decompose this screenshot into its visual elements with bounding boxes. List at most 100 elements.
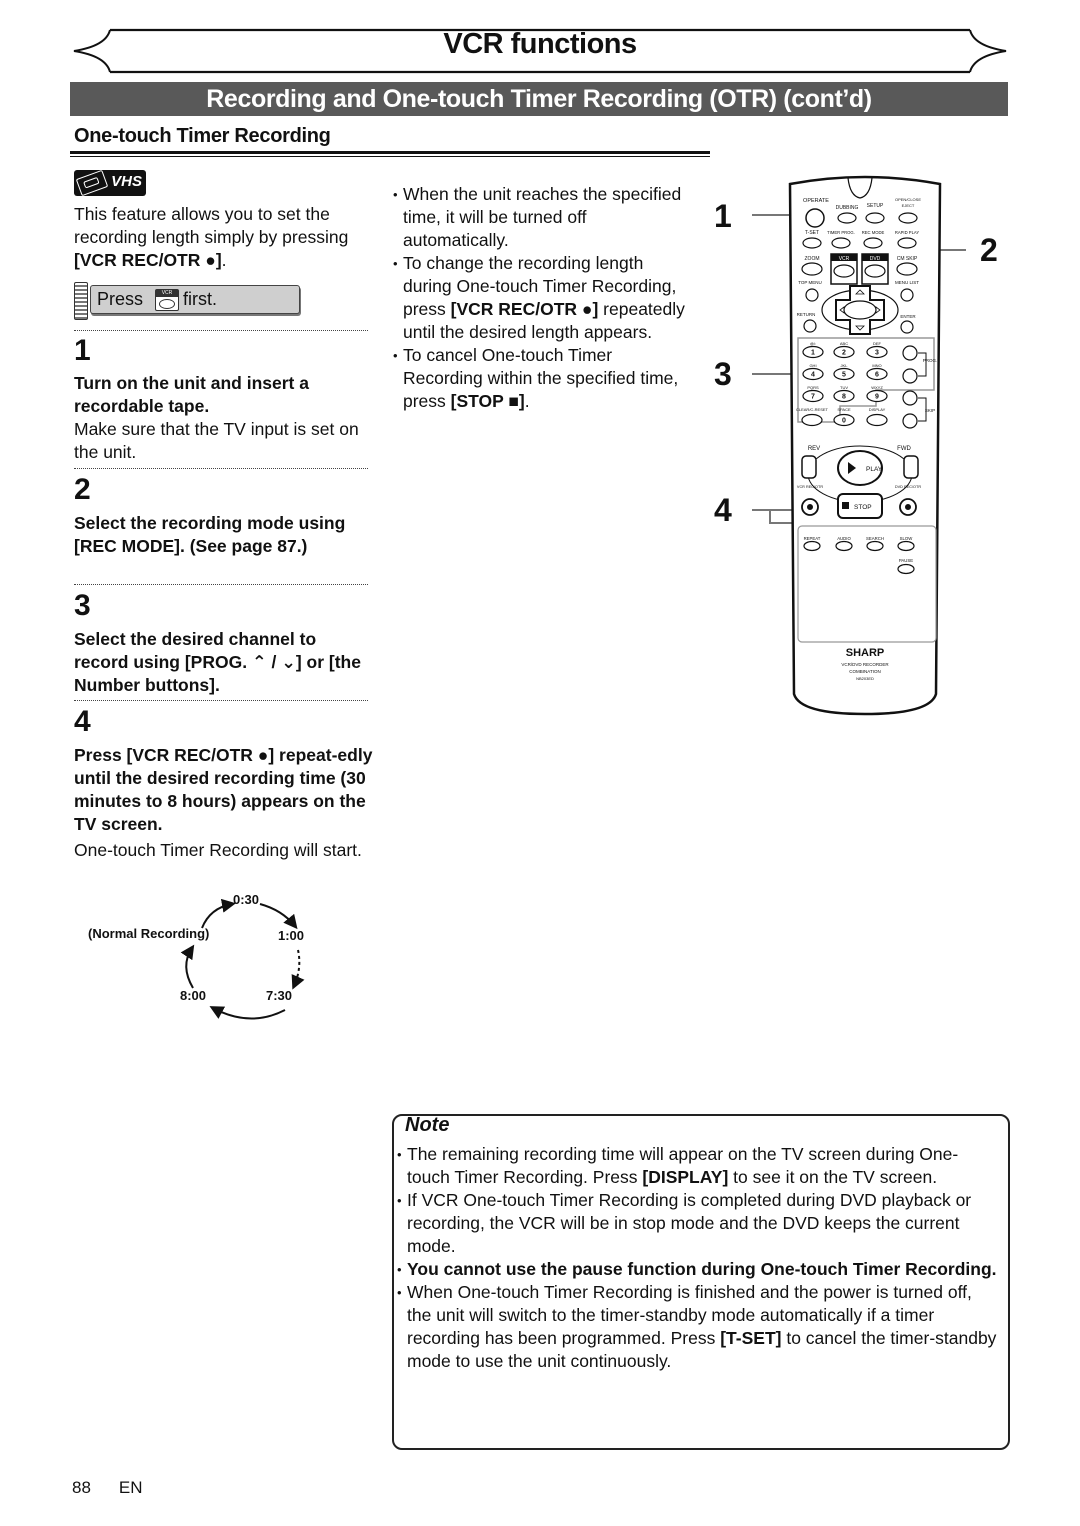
- label-key-6: 6: [875, 372, 879, 379]
- note-key: [T-SET]: [720, 1328, 782, 1348]
- rapid-play-button: [897, 237, 917, 249]
- intro-text: This feature allows you to set the recor…: [74, 203, 374, 272]
- label-key-8: 8: [842, 394, 846, 401]
- note-list: The remaining recording time will appear…: [397, 1143, 997, 1373]
- zoom-button: [801, 262, 823, 276]
- dpad-center-button: [843, 300, 877, 320]
- slow-button: [897, 540, 915, 552]
- label-operate: OPERATE: [803, 198, 829, 204]
- label-play: PLAY: [866, 466, 883, 473]
- dvd-button: [864, 264, 886, 278]
- label-key-1: 1: [811, 350, 815, 357]
- eject-button: [898, 212, 918, 224]
- vhs-badge-label: VHS: [111, 173, 142, 190]
- cycle-arrows: [180, 898, 305, 1020]
- repeat-button: [803, 540, 821, 552]
- timer-prog-button: [831, 237, 851, 249]
- top-menu-button: [805, 288, 819, 302]
- label-vcr: VCR: [839, 256, 850, 262]
- otr-tips-list: When the unit reaches the specified time…: [393, 183, 693, 413]
- callout-2: 2: [980, 232, 998, 268]
- remote-control-illustration: OPERATE DUBBING SETUP OPEN/CLOSE EJECT T-SET T…: [780, 174, 950, 724]
- step-body: Make sure that the TV input is set on th…: [74, 419, 359, 462]
- setup-button: [865, 212, 885, 224]
- label-key-letters: ABC: [840, 341, 848, 346]
- vcr-key-icon: VCR: [155, 289, 179, 311]
- label-key-5: 5: [842, 372, 846, 379]
- divider: [74, 330, 368, 331]
- label-key-letters: GHI: [809, 363, 816, 368]
- tip-text-after: .: [524, 391, 530, 411]
- callout-1: 1: [714, 198, 732, 234]
- tip-item: To cancel One-touch Timer Recording with…: [393, 344, 693, 413]
- label-key-0: 0: [842, 418, 846, 425]
- label-dvd-rec: DVD REC/OTR: [895, 485, 921, 489]
- label-menu-list: MENU LIST: [895, 280, 919, 285]
- step-heading: Select the desired channel to record usi…: [74, 629, 361, 695]
- label-rec-mode: REC MODE: [862, 230, 885, 235]
- label-key-3: 3: [875, 350, 879, 357]
- tip-key: [VCR REC/OTR ●]: [450, 299, 599, 319]
- remote-body: OPERATE DUBBING SETUP OPEN/CLOSEEJECT T-SET T…: [788, 175, 942, 716]
- label-key-letters: WXYZ: [871, 385, 883, 390]
- cycle-label-normal: (Normal Recording): [88, 926, 210, 941]
- callout-4: 4: [714, 492, 732, 528]
- label-search: SEARCH: [866, 536, 884, 541]
- vcr-button: [833, 264, 855, 278]
- label-stop: STOP: [854, 504, 872, 511]
- step-number: 2: [74, 473, 91, 506]
- record-icon: [905, 504, 911, 510]
- label-enter: ENTER: [900, 314, 916, 319]
- language-code: EN: [118, 1478, 143, 1497]
- hint-post: first.: [183, 289, 217, 309]
- step-number: 3: [74, 589, 91, 622]
- model-line-1: VCR/DVD RECORDER: [841, 662, 889, 667]
- cycle-label-1-00: 1:00: [278, 928, 305, 943]
- label-key-letters: TUV: [840, 385, 848, 390]
- model-code: NB203ED: [856, 676, 874, 681]
- label-cm-skip: CM SKIP: [897, 256, 918, 262]
- cycle-label-7-30: 7:30: [266, 988, 293, 1003]
- display-button: [866, 413, 888, 427]
- step-body: One-touch Timer Recording will start.: [74, 840, 362, 860]
- callout-3: 3: [714, 356, 732, 392]
- label-key-letters: @/:: [810, 341, 816, 346]
- section-subheading: One-touch Timer Recording: [74, 125, 331, 147]
- label-fwd: FWD: [897, 446, 911, 452]
- skip-fwd-button: [902, 390, 918, 406]
- note-warning: You cannot use the pause function during…: [407, 1259, 997, 1279]
- vcr-key-label: VCR: [156, 290, 178, 297]
- label-key-letters: DEF: [873, 341, 882, 346]
- label-slow: SLOW: [900, 536, 914, 541]
- note-item: You cannot use the pause function during…: [397, 1258, 997, 1281]
- intro-end: .: [221, 250, 227, 270]
- pause-button: [897, 563, 915, 575]
- prog-up-button: [902, 345, 918, 361]
- label-key-2: 2: [842, 350, 846, 357]
- note-item: If VCR One-touch Timer Recording is comp…: [397, 1189, 997, 1258]
- label-rapid-play: RAPID PLAY: [895, 230, 920, 235]
- cycle-label-8-00: 8:00: [180, 988, 207, 1003]
- brand-logo: SHARP: [846, 647, 885, 659]
- page-number: 88: [72, 1478, 91, 1497]
- label-skip: SKIP: [925, 408, 935, 413]
- dubbing-button: [837, 212, 857, 224]
- tip-item: When the unit reaches the specified time…: [393, 183, 693, 252]
- label-open-close: OPEN/CLOSE: [895, 197, 921, 202]
- label-key-letters: MNO: [872, 363, 881, 368]
- label-prog: PROG.: [923, 358, 938, 363]
- vhs-badge: VHS: [74, 169, 146, 197]
- model-line-2: COMBINATION: [849, 669, 880, 674]
- label-space: SPACE: [837, 407, 851, 412]
- note-item: The remaining recording time will appear…: [397, 1143, 997, 1189]
- label-eject: EJECT: [902, 203, 915, 208]
- step-heading: Turn on the unit and insert a recordable…: [74, 373, 309, 416]
- rec-mode-button: [863, 237, 883, 249]
- note-text: If VCR One-touch Timer Recording is comp…: [407, 1190, 972, 1256]
- note-key: [DISPLAY]: [642, 1167, 729, 1187]
- search-button: [866, 540, 884, 552]
- step-heading: Press [VCR REC/OTR ●] repeat-edly until …: [74, 745, 373, 834]
- callout-line-4-v: [769, 509, 771, 523]
- label-rev: REV: [808, 446, 820, 452]
- label-audio: AUDIO: [837, 536, 851, 541]
